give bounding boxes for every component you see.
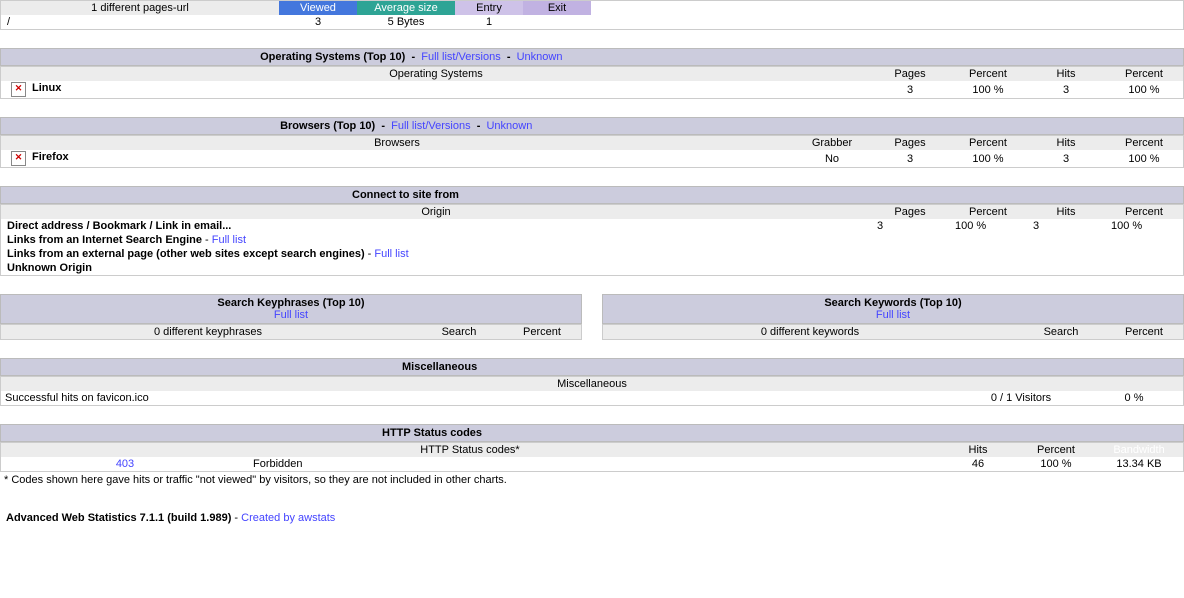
os-row: ✕Linux — [1, 81, 872, 99]
http-code[interactable]: 403 — [1, 457, 250, 472]
http-note: * Codes shown here gave hits or traffic … — [0, 472, 1184, 488]
origin-search-engine: Links from an Internet Search Engine - F… — [1, 233, 1184, 247]
origin-unknown: Unknown Origin — [1, 261, 1184, 276]
origin-external: Links from an external page (other web s… — [1, 247, 1184, 261]
keyphrases-title: Search Keyphrases (Top 10)Full list — [1, 295, 582, 324]
misc-title: Miscellaneous — [1, 359, 1184, 376]
os-colhdr: Operating Systems — [1, 67, 872, 82]
url-cell: / — [1, 15, 280, 30]
browser-icon: ✕ — [11, 151, 26, 166]
browsers-unknown-link[interactable]: Unknown — [486, 120, 532, 132]
browsers-title: Browsers (Top 10) - Full list/Versions -… — [1, 118, 1184, 135]
misc-favicon: Successful hits on favicon.ico — [1, 391, 958, 406]
origin-ext-fulllist[interactable]: Full list — [374, 248, 408, 260]
col-entry: Entry — [455, 1, 523, 16]
connect-title: Connect to site from — [1, 187, 1184, 204]
os-unknown-link[interactable]: Unknown — [517, 51, 563, 63]
footer-awstats-link[interactable]: Created by awstats — [241, 512, 335, 524]
footer: Advanced Web Statistics 7.1.1 (build 1.9… — [0, 506, 1184, 530]
browser-row: ✕Firefox — [1, 150, 794, 168]
http-title: HTTP Status codes — [1, 425, 1184, 442]
pages-url-table: 1 different pages-url Viewed Average siz… — [0, 0, 1184, 30]
os-section: Operating Systems (Top 10) - Full list/V… — [0, 48, 1184, 66]
pages-url-heading: 1 different pages-url — [1, 1, 280, 16]
browsers-section: Browsers (Top 10) - Full list/Versions -… — [0, 117, 1184, 135]
col-exit: Exit — [523, 1, 591, 16]
os-title: Operating Systems (Top 10) - Full list/V… — [1, 49, 1184, 66]
os-icon: ✕ — [11, 82, 26, 97]
keyphrases-fulllist[interactable]: Full list — [274, 309, 308, 321]
keywords-title: Search Keywords (Top 10)Full list — [603, 295, 1184, 324]
keywords-fulllist[interactable]: Full list — [876, 309, 910, 321]
browsers-fulllist-link[interactable]: Full list/Versions — [391, 120, 470, 132]
origin-se-fulllist[interactable]: Full list — [212, 234, 246, 246]
os-fulllist-link[interactable]: Full list/Versions — [421, 51, 500, 63]
col-avgsize: Average size — [357, 1, 455, 16]
col-viewed: Viewed — [279, 1, 357, 16]
origin-direct: Direct address / Bookmark / Link in emai… — [7, 220, 231, 232]
